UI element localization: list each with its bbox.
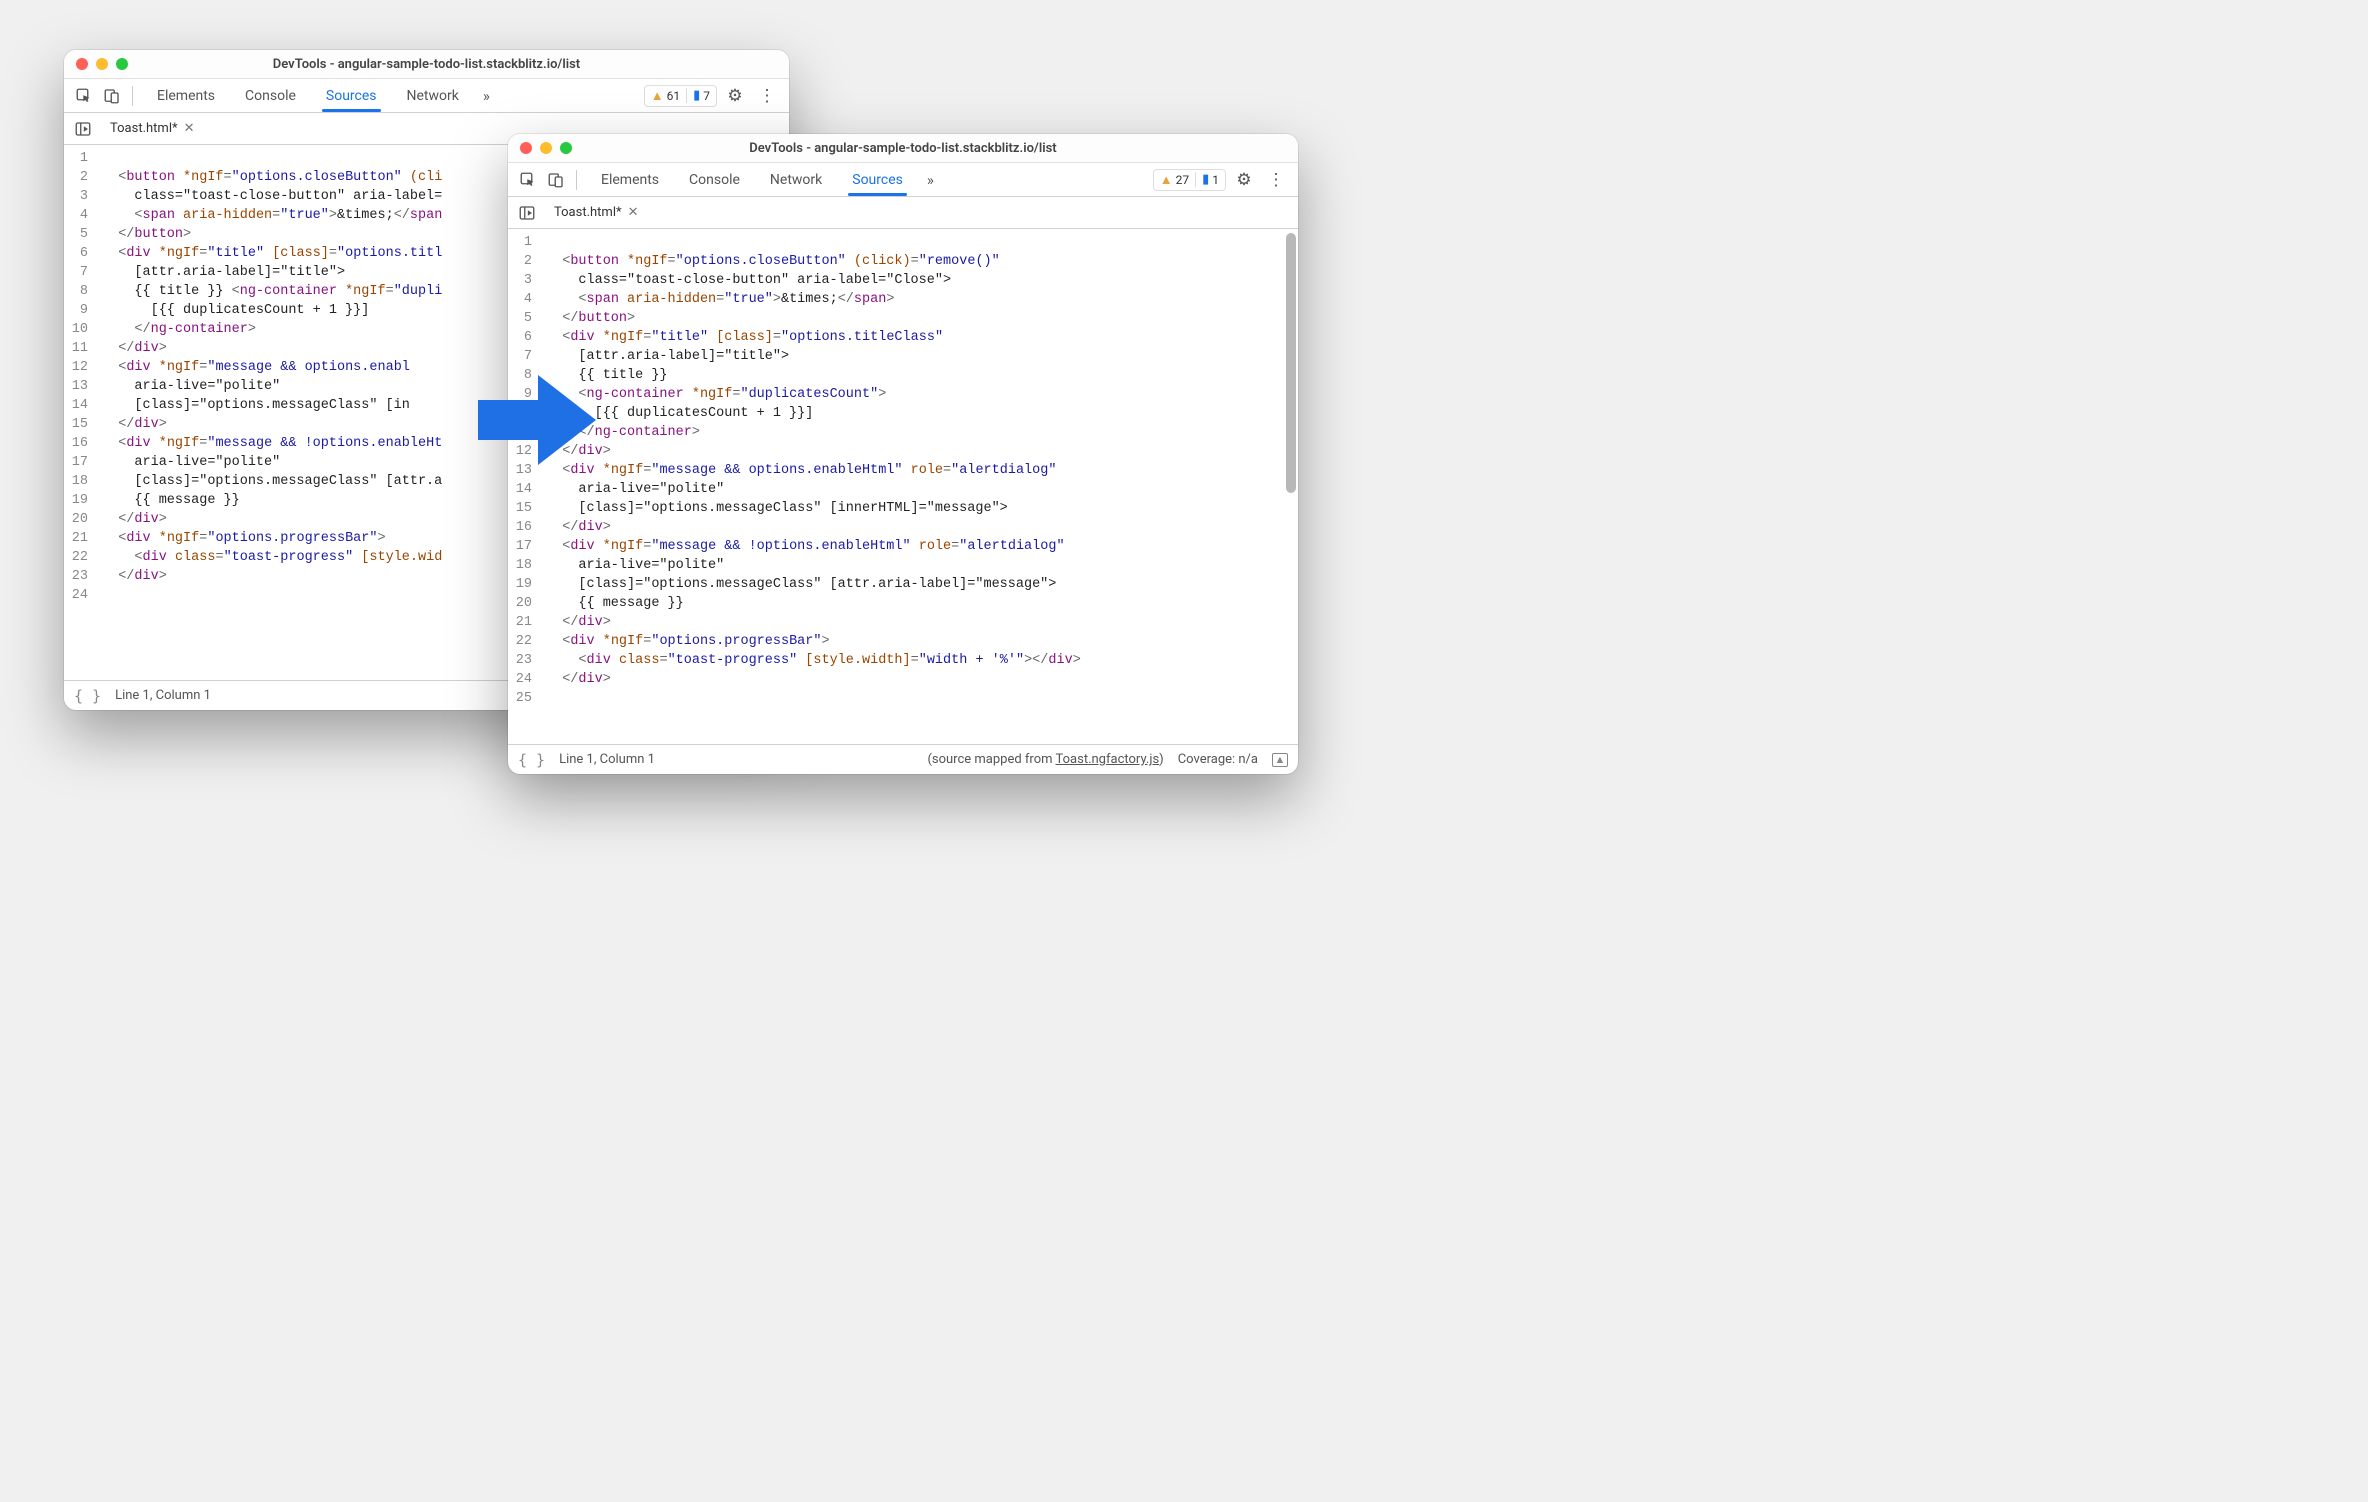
- close-icon[interactable]: ✕: [184, 121, 195, 136]
- tab-network[interactable]: Network: [393, 81, 473, 111]
- main-toolbar: Elements Console Sources Network » ▲61 ▮…: [64, 79, 789, 113]
- scroll-thumb[interactable]: [1286, 233, 1296, 493]
- tab-elements[interactable]: Elements: [587, 165, 673, 195]
- message-count: 1: [1212, 173, 1219, 187]
- line-gutter: 1234567891011121314151617181920212223242…: [508, 229, 540, 744]
- code-content[interactable]: <button *ngIf="options.closeButton" (cli…: [540, 229, 1284, 744]
- minimize-icon[interactable]: [540, 142, 552, 154]
- minimize-icon[interactable]: [96, 58, 108, 70]
- tab-network[interactable]: Network: [756, 165, 836, 195]
- tab-console[interactable]: Console: [675, 165, 754, 195]
- device-toggle-icon[interactable]: [542, 166, 570, 194]
- arrow-icon: [478, 370, 598, 470]
- tab-sources[interactable]: Sources: [312, 81, 391, 111]
- more-tabs[interactable]: »: [475, 87, 498, 105]
- file-tab-label: Toast.html*: [554, 205, 622, 220]
- window-title: DevTools - angular-sample-todo-list.stac…: [508, 141, 1298, 156]
- kebab-icon[interactable]: ⋮: [1262, 170, 1290, 190]
- inspect-icon[interactable]: [70, 82, 98, 110]
- editor-toolbar: Toast.html* ✕: [508, 197, 1298, 229]
- warning-count: 27: [1176, 173, 1190, 187]
- titlebar[interactable]: DevTools - angular-sample-todo-list.stac…: [64, 50, 789, 79]
- scrollbar[interactable]: [1284, 229, 1298, 744]
- devtools-window-right: DevTools - angular-sample-todo-list.stac…: [508, 134, 1298, 774]
- navigator-toggle-icon[interactable]: [516, 199, 538, 227]
- pretty-print-icon[interactable]: { }: [74, 687, 101, 705]
- inspect-icon[interactable]: [514, 166, 542, 194]
- warning-count: 61: [667, 89, 681, 103]
- tab-elements[interactable]: Elements: [143, 81, 229, 111]
- tab-sources[interactable]: Sources: [838, 165, 917, 195]
- titlebar[interactable]: DevTools - angular-sample-todo-list.stac…: [508, 134, 1298, 163]
- panel-tabs: Elements Console Network Sources »: [583, 165, 1153, 195]
- close-icon[interactable]: [520, 142, 532, 154]
- device-toggle-icon[interactable]: [98, 82, 126, 110]
- maximize-icon[interactable]: [560, 142, 572, 154]
- warning-icon: ▲: [651, 88, 664, 104]
- file-tab-label: Toast.html*: [110, 121, 178, 136]
- message-icon: ▮: [693, 88, 700, 103]
- file-tab[interactable]: Toast.html* ✕: [548, 201, 644, 224]
- maximize-icon[interactable]: [116, 58, 128, 70]
- line-gutter: 123456789101112131415161718192021222324: [64, 145, 96, 680]
- message-icon: ▮: [1202, 172, 1209, 187]
- panel-tabs: Elements Console Sources Network »: [139, 81, 644, 111]
- cursor-position: Line 1, Column 1: [559, 752, 655, 767]
- source-mapped-label: (source mapped from Toast.ngfactory.js): [927, 752, 1163, 767]
- navigator-toggle-icon[interactable]: [72, 115, 94, 143]
- gear-icon[interactable]: ⚙: [1230, 170, 1258, 190]
- gear-icon[interactable]: ⚙: [721, 86, 749, 106]
- kebab-icon[interactable]: ⋮: [753, 86, 781, 106]
- main-toolbar: Elements Console Network Sources » ▲27 ▮…: [508, 163, 1298, 197]
- source-map-link[interactable]: Toast.ngfactory.js: [1056, 752, 1160, 767]
- code-editor[interactable]: 1234567891011121314151617181920212223242…: [508, 229, 1298, 744]
- close-icon[interactable]: ✕: [628, 205, 639, 220]
- coverage-status: Coverage: n/a: [1178, 752, 1258, 767]
- pretty-print-icon[interactable]: { }: [518, 751, 545, 769]
- issues-badges[interactable]: ▲27 ▮1: [1153, 169, 1226, 191]
- file-tab[interactable]: Toast.html* ✕: [104, 117, 200, 140]
- tab-console[interactable]: Console: [231, 81, 310, 111]
- more-tabs[interactable]: »: [919, 171, 942, 189]
- close-icon[interactable]: [76, 58, 88, 70]
- issues-badges[interactable]: ▲61 ▮7: [644, 85, 717, 107]
- message-count: 7: [703, 89, 710, 103]
- status-bar: { } Line 1, Column 1 (source mapped from…: [508, 744, 1298, 774]
- drawer-toggle-icon[interactable]: ▲: [1272, 753, 1288, 767]
- cursor-position: Line 1, Column 1: [115, 688, 211, 703]
- warning-icon: ▲: [1160, 172, 1173, 188]
- window-title: DevTools - angular-sample-todo-list.stac…: [64, 57, 789, 72]
